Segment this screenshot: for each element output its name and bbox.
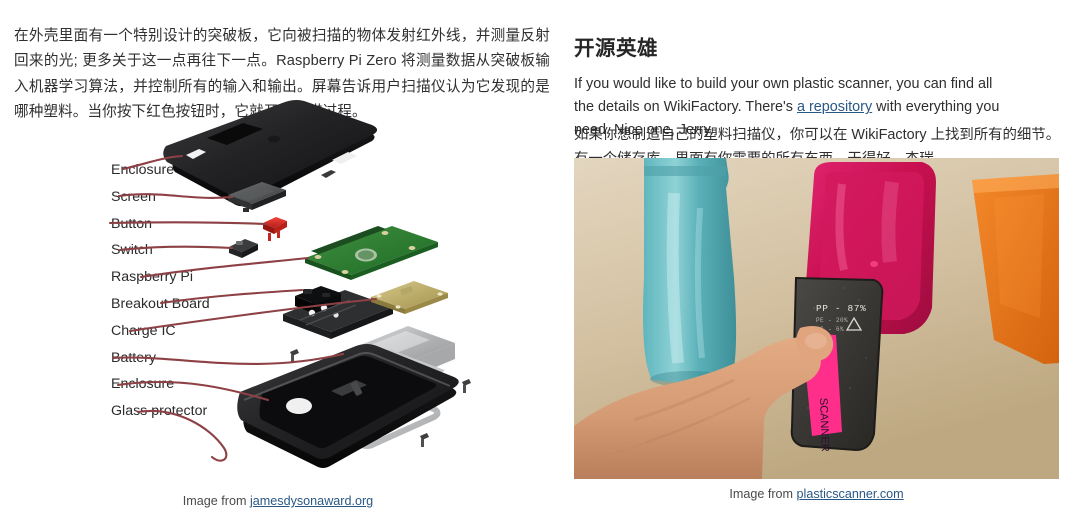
exploded-view-diagram: Enclosure Screen Button Switch Raspberry… (0, 100, 556, 485)
left-caption-link[interactable]: jamesdysonaward.org (250, 494, 373, 508)
plastic-scanner-photo: PP - 87% PE - 20% PS - 6% SCANNER (574, 158, 1059, 479)
section-heading: 开源英雄 (574, 37, 658, 60)
left-caption-prefix: Image from (182, 494, 250, 508)
sticker-label: SCANNER (817, 398, 831, 452)
diagram-graphic (108, 100, 471, 468)
repository-link[interactable]: a repository (797, 99, 872, 115)
svg-text:PE - 20%: PE - 20% (816, 317, 848, 324)
photo-graphic: PP - 87% PE - 20% PS - 6% SCANNER (574, 158, 1059, 479)
article-page: 在外壳里面有一个特别设计的突破板，它向被扫描的物体发射红外线，并测量反射回来的光… (0, 0, 1080, 522)
left-column: 在外壳里面有一个特别设计的突破板，它向被扫描的物体发射红外线，并测量反射回来的光… (0, 0, 556, 522)
left-image-caption: Image from jamesdysonaward.org (0, 494, 556, 508)
part-button (263, 217, 287, 241)
right-caption-prefix: Image from (729, 487, 797, 501)
part-switch (229, 239, 258, 258)
right-column: 开源英雄 If you would like to build your own… (566, 0, 1080, 522)
right-image-caption: Image from plasticscanner.com (574, 487, 1059, 501)
right-caption-link[interactable]: plasticscanner.com (797, 487, 904, 501)
teal-bottle (643, 158, 737, 387)
part-breakout-board (283, 286, 393, 339)
part-raspberry-pi (305, 226, 438, 280)
svg-text:PP - 87%: PP - 87% (816, 303, 866, 314)
